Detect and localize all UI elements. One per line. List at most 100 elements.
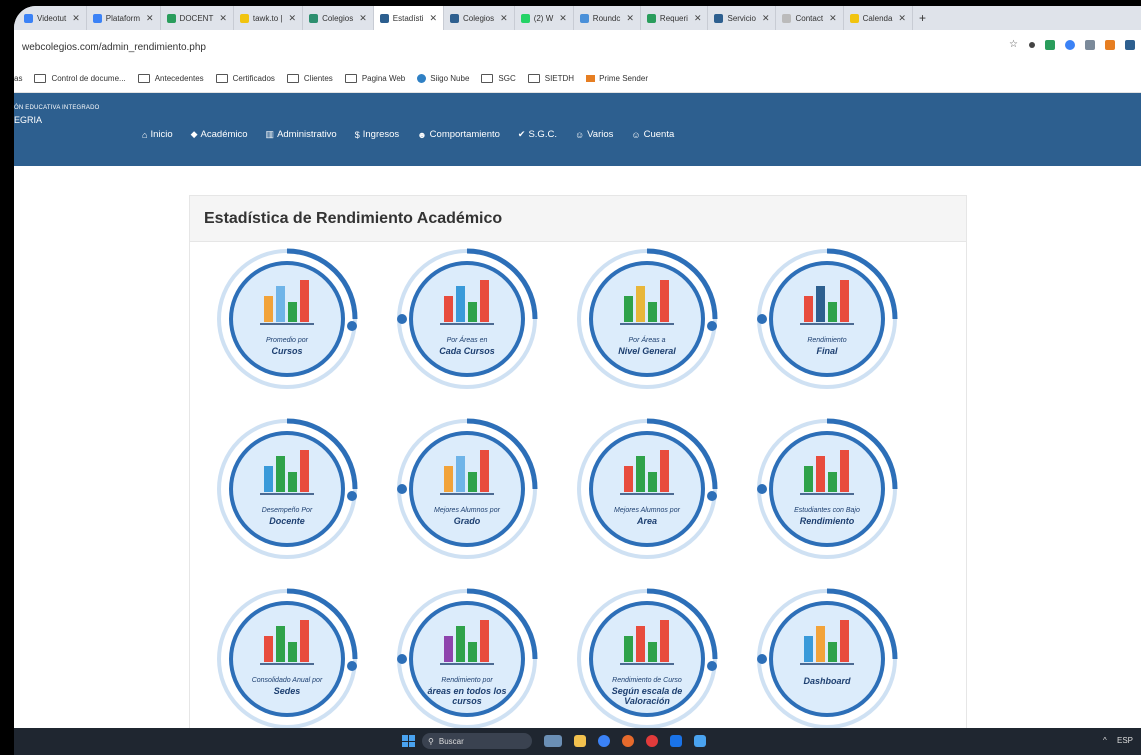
- close-icon[interactable]: ✕: [898, 13, 906, 24]
- report-card-subtitle: Rendimiento de Curso: [612, 677, 682, 684]
- browser-tab[interactable]: Calenda ✕: [844, 6, 913, 30]
- firefox-icon[interactable]: [622, 735, 634, 747]
- bookmark-item[interactable]: SGC: [481, 73, 516, 83]
- browser-tab[interactable]: DOCENT ✕: [161, 6, 234, 30]
- report-card-rendimiento-areas-todos-cursos[interactable]: Rendimiento por áreas en todos los cursos: [392, 584, 542, 734]
- report-card-areas-cada-cursos[interactable]: Por Áreas en Cada Cursos: [392, 244, 542, 394]
- extension-icon[interactable]: [1045, 40, 1055, 50]
- star-icon[interactable]: ☆: [1009, 40, 1019, 50]
- nav-item[interactable]: ◆ Académico: [191, 129, 248, 140]
- extension-icon[interactable]: [1125, 40, 1135, 50]
- report-card-title: Según escala de Valoración: [611, 686, 683, 706]
- report-card-graphic: [397, 248, 538, 389]
- close-icon[interactable]: ✕: [72, 13, 80, 24]
- language-indicator[interactable]: ESP: [1117, 736, 1133, 745]
- browser-tab[interactable]: Colegios ✕: [444, 6, 515, 30]
- close-icon[interactable]: ✕: [146, 13, 154, 24]
- extension-icon[interactable]: [1065, 40, 1075, 50]
- folder-icon: [215, 73, 228, 83]
- bookmark-item[interactable]: Antecedentes: [137, 73, 204, 83]
- close-icon[interactable]: ✕: [219, 13, 227, 24]
- report-card-consolidado-anual-sedes[interactable]: Consolidado Anual por Sedes: [212, 584, 362, 734]
- close-icon[interactable]: ✕: [289, 13, 297, 24]
- taskbar-search[interactable]: ⚲ Buscar: [422, 733, 532, 749]
- bookmark-item[interactable]: Siigo Nube: [417, 73, 469, 83]
- report-card-subtitle: Promedio por: [265, 337, 309, 344]
- browser-tab[interactable]: Plataform ✕: [87, 6, 161, 30]
- chevron-up-icon[interactable]: ^: [1103, 736, 1107, 745]
- bookmark-item[interactable]: SIETDH: [527, 73, 574, 83]
- nav-item[interactable]: ▥ Administrativo: [266, 129, 337, 140]
- bookmark-label: Control de docume...: [51, 73, 126, 83]
- chrome-icon[interactable]: [598, 735, 610, 747]
- report-card-title: Dashboard: [803, 676, 851, 686]
- browser-tab[interactable]: Servicio ✕: [708, 6, 777, 30]
- panel-header: Estadística de Rendimiento Académico: [190, 196, 966, 242]
- opera-icon[interactable]: [646, 735, 658, 747]
- bookmark-item[interactable]: Clientes: [286, 73, 333, 83]
- bookmark-item[interactable]: Control de docume...: [34, 73, 126, 83]
- close-icon[interactable]: ✕: [500, 13, 508, 24]
- close-icon[interactable]: ✕: [626, 13, 634, 24]
- bookmark-item[interactable]: Prime Sender: [586, 74, 648, 83]
- nav-item-label: Varios: [587, 129, 614, 140]
- bookmark-item[interactable]: Pagina Web: [344, 73, 405, 83]
- windows-start-icon[interactable]: [402, 735, 415, 747]
- extension-icon[interactable]: [1105, 40, 1115, 50]
- report-card-areas-nivel-general[interactable]: Por Áreas a Nivel General: [572, 244, 722, 394]
- report-card-subtitle: Mejores Alumnos por: [614, 507, 680, 514]
- nav-item[interactable]: ✔ S.G.C.: [518, 129, 557, 140]
- tab-favicon-icon: [520, 13, 530, 23]
- browser-tab[interactable]: Contact ✕: [776, 6, 844, 30]
- browser-tab[interactable]: (2) W ✕: [515, 6, 574, 30]
- extension-icon[interactable]: [1029, 42, 1035, 48]
- nav-item[interactable]: ☺ Cuenta: [631, 129, 674, 140]
- browser-tab[interactable]: Estadísti ✕: [373, 6, 444, 30]
- report-card-promedio-cursos[interactable]: Promedio por Cursos: [212, 244, 362, 394]
- browser-tab[interactable]: Videotut ✕: [18, 6, 87, 30]
- app-icon[interactable]: [694, 735, 706, 747]
- report-card-rendimiento-final[interactable]: Rendimiento Final: [752, 244, 902, 394]
- nav-item[interactable]: ☺ Varios: [575, 129, 613, 140]
- close-icon[interactable]: ✕: [559, 13, 567, 24]
- report-card-title: Area: [636, 516, 657, 526]
- widgets-icon[interactable]: [544, 735, 562, 747]
- folder-icon: [481, 73, 494, 83]
- browser-tab[interactable]: tawk.to | ✕: [234, 6, 304, 30]
- nav-item[interactable]: ⌂ Inicio: [142, 129, 173, 140]
- browser-icon[interactable]: [670, 735, 682, 747]
- close-icon[interactable]: ✕: [829, 13, 837, 24]
- close-icon[interactable]: ✕: [359, 13, 367, 24]
- close-icon[interactable]: ✕: [694, 13, 702, 24]
- nav-item[interactable]: $ Ingresos: [355, 129, 399, 140]
- report-card-mejores-alumnos-area[interactable]: Mejores Alumnos por Area: [572, 414, 722, 564]
- close-icon[interactable]: ✕: [429, 13, 437, 24]
- report-card-rendimiento-curso-escala[interactable]: Rendimiento de Curso Según escala de Valo…: [572, 584, 722, 734]
- top-navigation: ÓN EDUCATIVA INTEGRADO EGRIA ⌂ Inicio ◆ Aca…: [14, 93, 1141, 166]
- report-card-desempeno-docente[interactable]: Desempeño Por Docente: [212, 414, 362, 564]
- url-text[interactable]: webcolegios.com/admin_rendimiento.php: [22, 42, 206, 53]
- address-bar[interactable]: webcolegios.com/admin_rendimiento.php ☆: [14, 30, 1141, 64]
- bookmark-item[interactable]: as: [14, 74, 22, 83]
- tab-favicon-icon: [579, 13, 589, 23]
- system-tray[interactable]: ^ ESP: [1103, 736, 1133, 745]
- new-tab-button[interactable]: +: [913, 11, 932, 25]
- bookmark-item[interactable]: Certificados: [215, 73, 275, 83]
- tab-label: DOCENT: [179, 13, 214, 23]
- report-card-mejores-alumnos-grado[interactable]: Mejores Alumnos por Grado: [392, 414, 542, 564]
- nav-item[interactable]: ☻ Comportamiento: [417, 129, 500, 140]
- browser-tab[interactable]: Colegios ✕: [303, 6, 374, 30]
- browser-tab[interactable]: Requeri ✕: [641, 6, 709, 30]
- report-card-dashboard[interactable]: Dashboard: [752, 584, 902, 734]
- close-icon[interactable]: ✕: [762, 13, 770, 24]
- report-card-estudiantes-bajo-rendimiento[interactable]: Estudiantes con Bajo Rendimiento: [752, 414, 902, 564]
- report-card-graphic: [217, 248, 358, 389]
- bookmark-label: Prime Sender: [599, 73, 648, 83]
- extension-icon[interactable]: [1085, 40, 1095, 50]
- nav-item-label: S.G.C.: [528, 129, 557, 140]
- browser-tab[interactable]: Roundc ✕: [574, 6, 641, 30]
- page-title: Estadística de Rendimiento Académico: [204, 209, 503, 227]
- tab-favicon-icon: [92, 13, 102, 23]
- home-icon: ⌂: [142, 129, 148, 140]
- file-explorer-icon[interactable]: [574, 735, 586, 747]
